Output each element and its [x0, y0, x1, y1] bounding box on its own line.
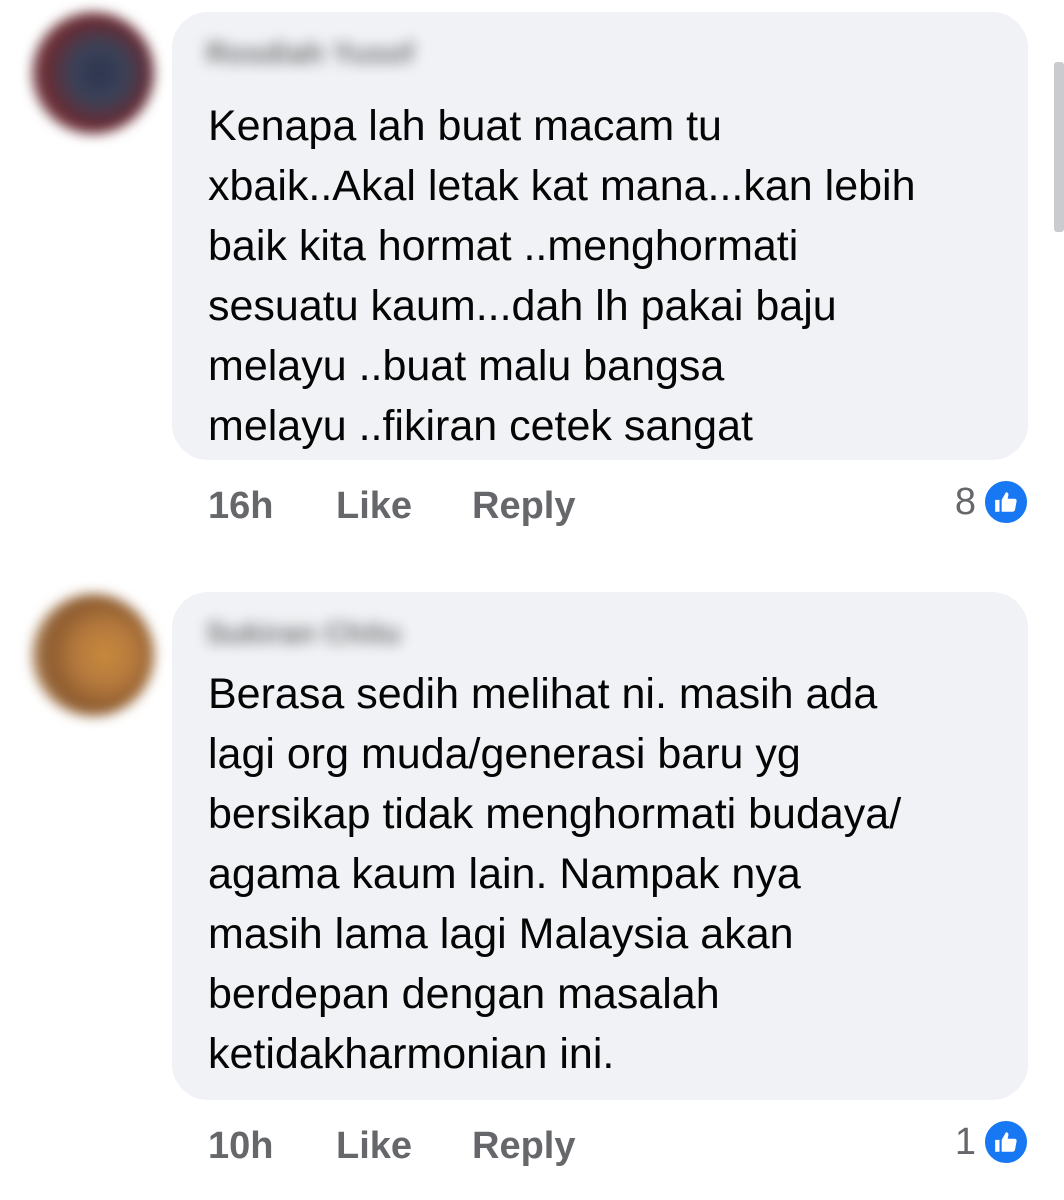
- reaction-count: 8: [954, 480, 976, 523]
- avatar[interactable]: [32, 594, 154, 716]
- comment-thread: Rosdiah Yusof Kenapa lah buat macam tu x…: [0, 0, 1064, 1200]
- reaction-summary[interactable]: 1: [955, 1116, 1030, 1168]
- like-button[interactable]: Like: [336, 1125, 472, 1168]
- comment-bubble: Rosdiah Yusof Kenapa lah buat macam tu x…: [172, 12, 1028, 460]
- comment-text: Kenapa lah buat macam tu xbaik..Akal let…: [208, 102, 916, 450]
- reply-button[interactable]: Reply: [472, 485, 575, 528]
- comment-actions: 16h Like Reply: [208, 480, 575, 532]
- thumbs-up-icon: [982, 478, 1030, 526]
- comment-timestamp[interactable]: 16h: [208, 485, 336, 528]
- reaction-summary[interactable]: 8: [955, 476, 1030, 528]
- comment-actions: 10h Like Reply: [208, 1120, 575, 1172]
- comment-text: Berasa sedih melihat ni. masih ada lagi …: [208, 670, 902, 1078]
- thumbs-up-icon: [982, 1118, 1030, 1166]
- comment-author[interactable]: Rosdiah Yusof: [206, 34, 414, 74]
- like-button[interactable]: Like: [336, 485, 472, 528]
- comment-author[interactable]: Sukiran Chitu: [206, 614, 401, 654]
- scrollbar[interactable]: [1054, 62, 1064, 232]
- reply-button[interactable]: Reply: [472, 1125, 575, 1168]
- reaction-count: 1: [954, 1120, 976, 1163]
- comment-bubble: Sukiran Chitu Berasa sedih melihat ni. m…: [172, 592, 1028, 1100]
- avatar[interactable]: [32, 12, 154, 134]
- comment-timestamp[interactable]: 10h: [208, 1125, 336, 1168]
